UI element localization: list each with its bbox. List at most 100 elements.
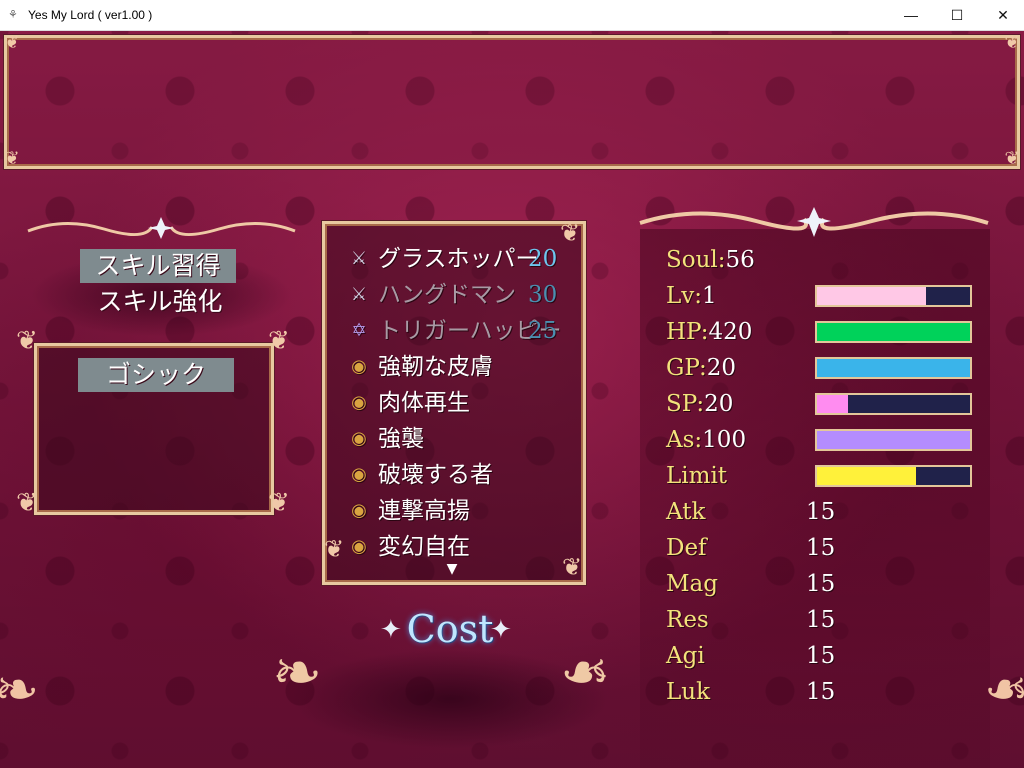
skill-row[interactable]: ◉ 変幻自在 — [346, 529, 561, 565]
skill-row[interactable]: ⚔ ハングドマン 30 — [346, 277, 561, 313]
stat-gauge — [815, 357, 972, 379]
stat-value: 20 — [706, 355, 737, 381]
skill-name: 強靭な皮膚 — [378, 354, 493, 380]
cost-heading: Cost — [406, 607, 494, 651]
stat-gauge-fill — [817, 287, 926, 305]
corner-ornament-icon: ❦ — [268, 488, 290, 518]
stat-gp: GP:20 — [666, 351, 816, 385]
close-button[interactable]: ✕ — [980, 0, 1024, 31]
minimize-button[interactable]: — — [888, 0, 934, 31]
stat-value: 15 — [806, 499, 836, 525]
skill-row[interactable]: ✡ トリガーハッピー 25 — [346, 313, 561, 349]
skill-row[interactable]: ◉ 肉体再生 — [346, 385, 561, 421]
skill-name: 連撃高揚 — [378, 498, 470, 524]
status-ornament-icon — [639, 207, 989, 237]
window-titlebar: ⚘ Yes My Lord ( ver1.00 ) — ☐ ✕ — [0, 0, 1024, 31]
soul-separator: : — [717, 247, 726, 273]
stat-label-text: Limit — [666, 463, 728, 489]
stat-gauge — [815, 429, 972, 451]
corner-ornament-icon: ❦ — [562, 553, 583, 581]
corner-ornament-icon: ❦ — [4, 148, 20, 169]
scroll-down-icon[interactable]: ▼ — [443, 562, 461, 576]
stat-separator: : — [694, 427, 703, 453]
stat-gauge-fill — [817, 395, 848, 413]
stat-gauge — [815, 393, 972, 415]
stat-value: 15 — [806, 535, 836, 561]
stat-limit: Limit — [666, 459, 816, 493]
crossed-swords-icon: ⚔ — [350, 248, 368, 269]
command-ornament-icon — [27, 217, 296, 239]
skill-row[interactable]: ◉ 強靭な皮膚 — [346, 349, 561, 385]
stat-value: 15 — [806, 643, 836, 669]
stat-value: 15 — [806, 571, 836, 597]
stat-lv: Lv:1 — [666, 279, 816, 313]
gold-coin-icon: ◉ — [351, 464, 367, 485]
skill-row[interactable]: ◉ 強襲 — [346, 421, 561, 457]
skill-row[interactable]: ◉ 破壊する者 — [346, 457, 561, 493]
corner-ornament-icon: ❦ — [16, 326, 38, 356]
gold-coin-icon: ◉ — [351, 500, 367, 521]
swirl-ornament-icon: ❧ — [0, 658, 40, 721]
stat-gauge-fill — [817, 467, 917, 485]
skill-name: 強襲 — [378, 426, 424, 452]
skill-name: グラスホッパー — [378, 246, 539, 272]
stat-label-text: GP — [666, 355, 700, 381]
soul-value: 56 — [725, 247, 755, 273]
help-message-window — [4, 35, 1020, 169]
gold-coin-icon: ◉ — [351, 536, 367, 557]
skill-name: ハングドマン — [378, 282, 516, 308]
skill-cost: 25 — [528, 318, 558, 344]
stat-gauge-fill — [817, 431, 970, 449]
swirl-ornament-icon: ❧ — [272, 638, 323, 708]
skill-name: 肉体再生 — [378, 390, 470, 416]
maximize-button[interactable]: ☐ — [934, 0, 980, 31]
corner-ornament-icon: ❦ — [1004, 32, 1020, 53]
skill-name: 破壊する者 — [378, 462, 493, 488]
stat-value: 100 — [702, 427, 747, 453]
stat-value: 20 — [704, 391, 734, 417]
stat-value: 15 — [806, 679, 836, 705]
skill-row[interactable]: ◉ 連撃高揚 — [346, 493, 561, 529]
stat-gauge-fill — [817, 359, 970, 377]
corner-ornament-icon: ❦ — [4, 32, 20, 53]
stat-as: As:100 — [666, 423, 816, 457]
skill-name: 変幻自在 — [378, 534, 470, 560]
gold-coin-icon: ◉ — [351, 392, 367, 413]
game-canvas: ❦ ❦ ❦ ❦ スキル習得 スキル強化 ❦ ❦ ❦ ❦ ゴシック ❦ ❦ ❦ ⚔ グ… — [0, 31, 1024, 768]
stat-gauge — [815, 465, 972, 487]
stat-def: Def — [666, 535, 707, 561]
corner-ornament-icon: ❦ — [1004, 148, 1020, 169]
stat-value: 15 — [806, 607, 836, 633]
skill-row[interactable]: ⚔ グラスホッパー 20 — [346, 241, 561, 277]
stat-mag: Mag — [666, 571, 718, 597]
window-title: Yes My Lord ( ver1.00 ) — [28, 8, 153, 22]
corner-ornament-icon: ❦ — [268, 326, 290, 356]
stat-label-text: As — [666, 427, 695, 453]
stat-gauge — [815, 285, 972, 307]
app-icon: ⚘ — [8, 9, 18, 21]
stat-separator: : — [694, 283, 703, 309]
stat-atk: Atk — [666, 499, 706, 525]
stat-value: 1 — [702, 283, 717, 309]
stat-gauge-fill — [817, 323, 970, 341]
soul-stat: Soul:56 — [666, 243, 816, 277]
category-item-gothic[interactable]: ゴシック — [78, 358, 234, 392]
stat-separator: : — [696, 391, 705, 417]
stat-gauge — [815, 321, 972, 343]
stat-res: Res — [666, 607, 709, 633]
skill-cost: 20 — [528, 246, 558, 272]
gold-coin-icon: ◉ — [351, 356, 367, 377]
corner-ornament-icon: ❦ — [560, 219, 581, 247]
skill-cost: 30 — [528, 282, 558, 308]
stat-label-text: SP — [666, 391, 697, 417]
command-item[interactable]: スキル強化 — [80, 285, 240, 319]
command-item[interactable]: スキル習得 — [80, 249, 236, 283]
stat-hp: HP:420 — [666, 315, 816, 349]
soul-label: Soul — [666, 247, 718, 273]
stat-label-text: Lv — [666, 283, 695, 309]
stat-agi: Agi — [666, 643, 705, 669]
swirl-ornament-icon: ❧ — [984, 658, 1024, 721]
hexagram-icon: ✡ — [351, 320, 367, 341]
corner-ornament-icon: ❦ — [16, 488, 38, 518]
stat-separator: : — [699, 355, 707, 381]
